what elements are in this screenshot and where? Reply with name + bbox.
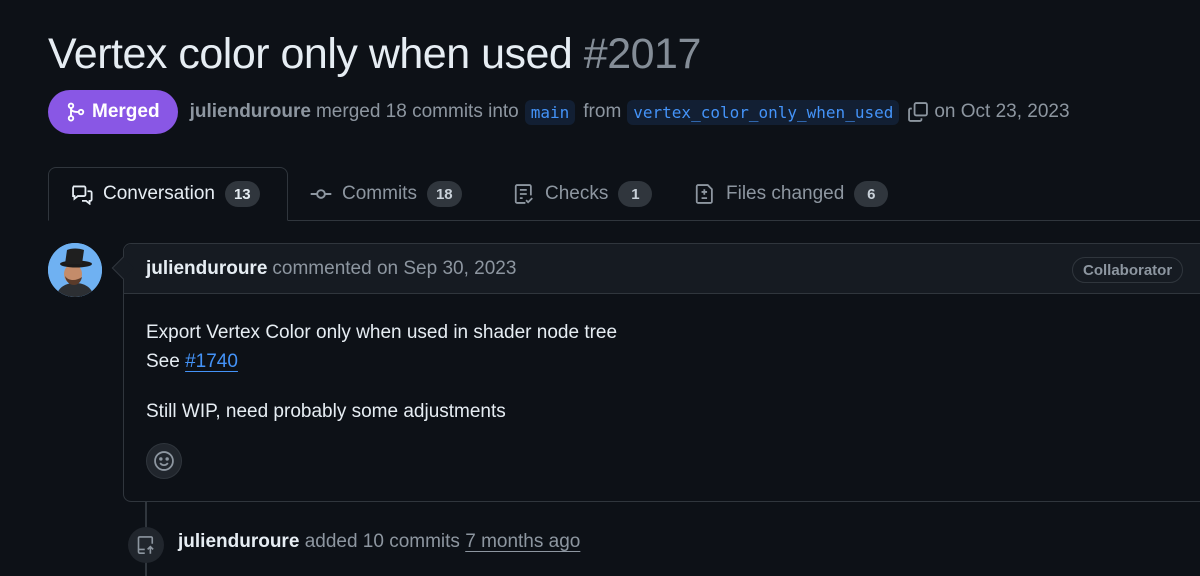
comment-line: Still WIP, need probably some adjustment… [146,401,506,422]
tab-count: 1 [618,181,653,207]
event-time-link[interactable]: 7 months ago [465,531,580,552]
head-branch[interactable]: vertex_color_only_when_used [627,99,900,125]
event-author-link[interactable]: julienduroure [178,531,299,552]
pull-request-page: Vertex color only when used #2017 Merged… [0,0,1200,576]
merge-date: on Oct 23, 2023 [934,101,1070,122]
tab-checks[interactable]: Checks 1 [491,167,674,221]
role-badge: Collaborator [1072,257,1184,283]
comment-line: See #1740 [146,347,1200,376]
comment-author-link[interactable]: julienduroure [146,258,267,280]
merge-action-text: merged 18 commits into [315,101,519,122]
see-prefix: See [146,351,180,372]
event-action: added 10 commits [304,531,460,552]
comment-line: Export Vertex Color only when used in sh… [146,322,618,343]
status-badge-label: Merged [92,101,160,122]
git-commit-icon [310,189,332,199]
status-badge: Merged [48,90,178,134]
tab-label: Conversation [103,183,215,204]
add-reaction-button[interactable] [146,443,182,479]
checklist-icon [514,184,533,204]
tab-conversation[interactable]: Conversation 13 [48,167,288,221]
tab-label: Commits [342,183,417,204]
tab-count: 6 [854,181,889,207]
smiley-icon [154,451,174,471]
pr-number: #2017 [583,30,702,78]
base-branch[interactable]: main [524,99,576,125]
copy-icon[interactable] [907,101,929,123]
page-title: Vertex color only when used #2017 [48,28,701,80]
file-diff-icon [695,184,713,204]
repo-push-icon [137,536,154,554]
avatar[interactable] [48,243,102,297]
comment-header: julienduroure commented on Sep 30, 2023 … [124,244,1200,294]
comment-discussion-icon [72,185,93,205]
tab-label: Checks [545,183,609,204]
pr-meta-row: Merged julienduroure merged 18 commits i… [48,90,1070,134]
git-merge-icon [67,102,85,122]
from-text: from [583,101,622,122]
pr-title: Vertex color only when used [48,30,573,78]
tab-label: Files changed [726,183,845,204]
timeline-event-badge [128,527,164,563]
tab-count: 13 [224,181,260,207]
tab-commits[interactable]: Commits 18 [288,167,484,221]
issue-link[interactable]: #1740 [185,351,238,372]
author-link[interactable]: julienduroure [190,101,311,123]
timeline-event: julienduroure added 10 commits 7 months … [178,531,580,553]
tab-count: 18 [426,181,462,207]
comment-timestamp[interactable]: commented on Sep 30, 2023 [272,258,516,280]
comment-box: julienduroure commented on Sep 30, 2023 … [111,243,1200,502]
pr-tabs: Conversation 13 Commits 18 Checks 1 File… [0,167,1200,221]
comment-body: Export Vertex Color only when used in sh… [124,294,1200,426]
tab-files-changed[interactable]: Files changed 6 [672,167,910,221]
